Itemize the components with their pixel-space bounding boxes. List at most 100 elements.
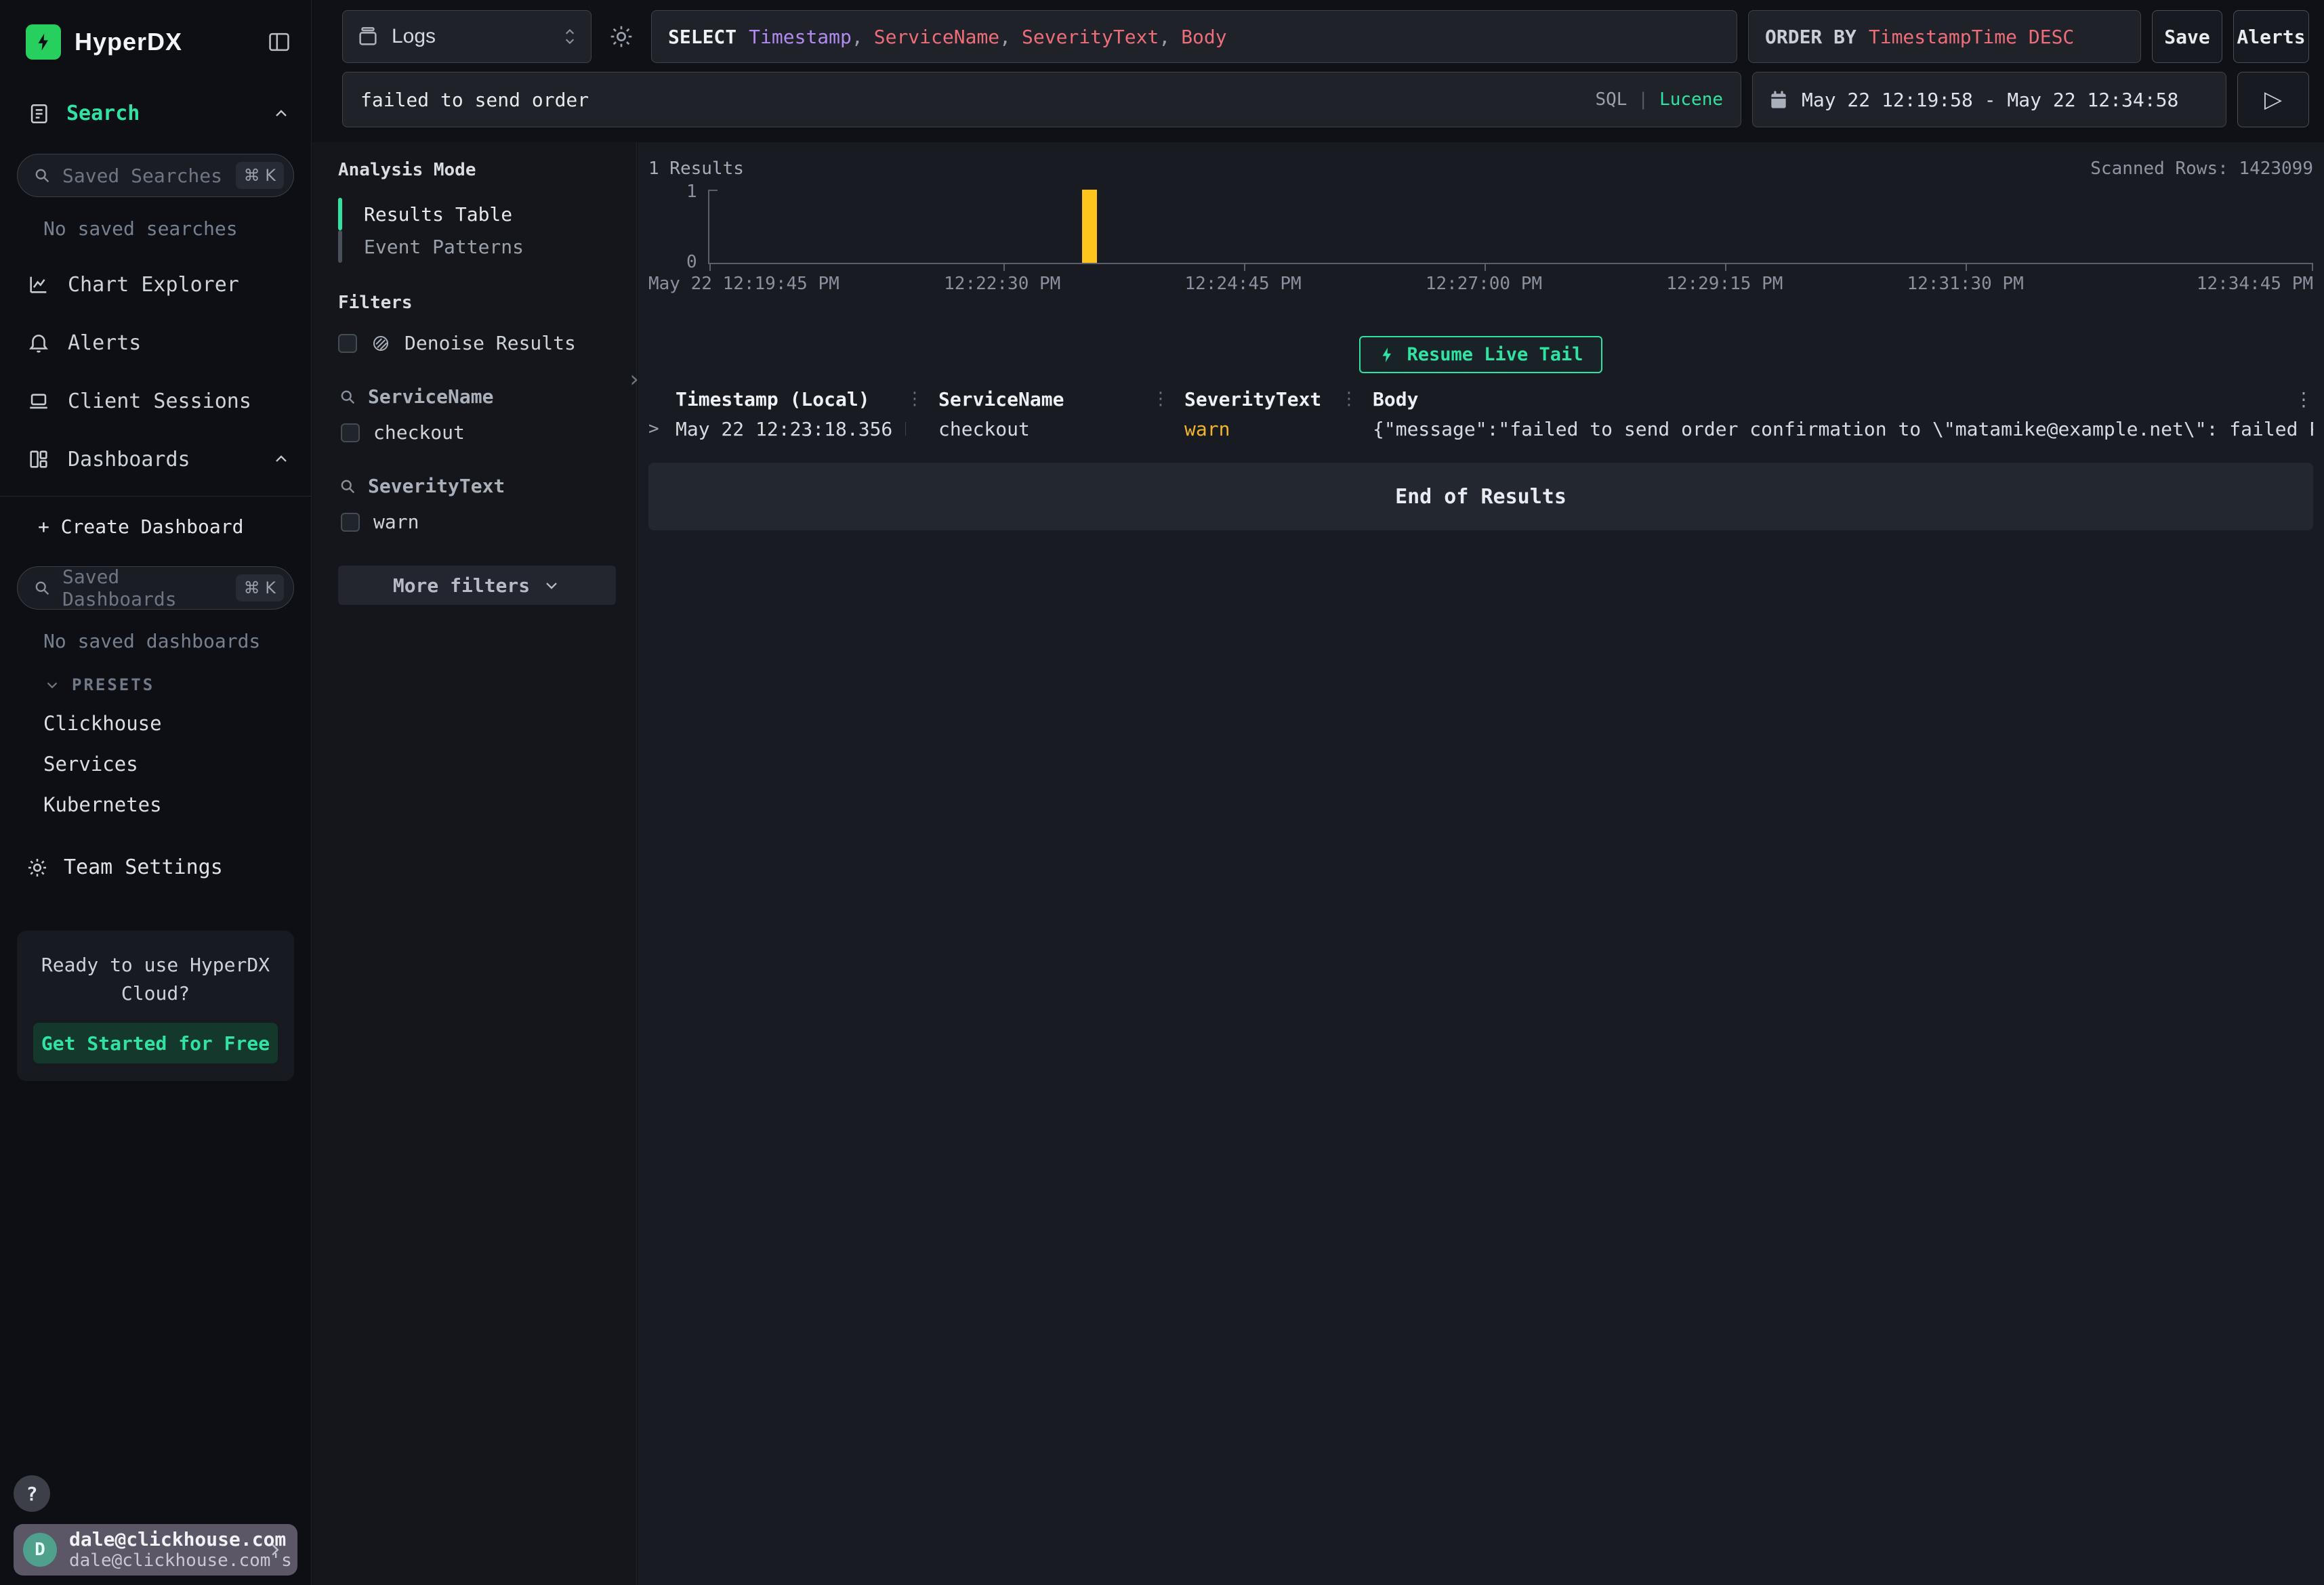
preset-item-services[interactable]: Services	[43, 753, 311, 776]
calendar-icon	[1768, 89, 1789, 110]
order-by-value: TimestampTime DESC	[1869, 26, 2074, 48]
run-query-button[interactable]: ▷	[2237, 72, 2309, 127]
mode-event-patterns[interactable]: Event Patterns	[338, 230, 616, 263]
results-area: 1 Results Scanned Rows: 1423099 1 0 May …	[638, 142, 2324, 1585]
histogram-bar[interactable]	[1082, 190, 1097, 263]
help-button[interactable]: ?	[14, 1475, 50, 1512]
order-by-keyword: ORDER BY	[1765, 26, 1856, 48]
sidebar-item-client-sessions[interactable]: Client Sessions	[27, 387, 291, 415]
query-field: SeverityText	[1022, 26, 1159, 48]
filter-checkbox[interactable]	[341, 423, 360, 442]
denoise-checkbox[interactable]	[338, 334, 357, 353]
topbar: Logs SELECT Timestamp, ServiceName, Seve…	[312, 0, 2324, 142]
search-query-value: failed to send order	[360, 89, 589, 111]
end-of-results-banner: End of Results	[648, 463, 2313, 530]
active-indicator	[338, 198, 342, 230]
query-field: Timestamp	[749, 26, 852, 48]
filter-option-warn[interactable]: warn	[341, 511, 616, 533]
expand-row-icon[interactable]: >	[648, 419, 676, 439]
time-range-picker[interactable]: May 22 12:19:58 - May 22 12:34:58	[1752, 72, 2226, 127]
database-icon	[356, 25, 379, 48]
preset-item-clickhouse[interactable]: Clickhouse	[43, 712, 311, 735]
time-range-value: May 22 12:19:58 - May 22 12:34:58	[1802, 89, 2178, 111]
bolt-icon	[1378, 346, 1396, 364]
lucene-toggle[interactable]: Lucene	[1659, 89, 1723, 110]
search-query-input[interactable]: failed to send order SQL | Lucene	[342, 72, 1741, 127]
query-field: Body	[1181, 26, 1226, 48]
column-header-severitytext[interactable]: SeverityText	[1184, 388, 1340, 410]
preset-item-kubernetes[interactable]: Kubernetes	[43, 793, 311, 816]
mode-results-table[interactable]: Results Table	[338, 198, 616, 230]
user-email: dale@clickhouse.com	[69, 1529, 253, 1550]
column-resize-handle[interactable]: ⋮	[906, 389, 924, 409]
column-header-servicename[interactable]: ServiceName	[938, 388, 1152, 410]
sidebar-item-label: Chart Explorer	[68, 273, 239, 297]
table-row[interactable]: > May 22 12:23:18.356 PM ⋮ checkout ⋮ wa…	[648, 414, 2313, 444]
filter-checkbox[interactable]	[341, 513, 360, 532]
source-select[interactable]: Logs	[342, 10, 592, 63]
table-options-menu-icon[interactable]: ⋮	[2294, 388, 2313, 410]
cell-severitytext: warn	[1184, 418, 1340, 440]
toggle-divider: |	[1638, 89, 1648, 110]
sidebar-item-chart-explorer[interactable]: Chart Explorer	[27, 271, 291, 298]
filter-option-checkout[interactable]: checkout	[341, 421, 616, 444]
search-icon	[33, 166, 51, 185]
x-axis-tick: 12:29:15 PM	[1666, 274, 1783, 294]
filter-group-header[interactable]: SeverityText	[338, 475, 616, 497]
saved-dashboards-input[interactable]: Saved Dashboards ⌘ K	[17, 566, 294, 610]
column-resize-handle[interactable]: ⋮	[1152, 389, 1169, 409]
chevron-up-icon	[272, 104, 291, 123]
filters-heading: Filters	[338, 293, 616, 313]
cloud-promo-card: Ready to use HyperDX Cloud? Get Started …	[17, 931, 294, 1081]
order-by-input[interactable]: ORDER BY TimestampTime DESC	[1748, 10, 2141, 63]
inactive-indicator	[338, 230, 342, 263]
filters-panel: Analysis Mode Results Table Event Patter…	[312, 142, 637, 1585]
user-menu[interactable]: D dale@clickhouse.com dale@clickhouse.co…	[14, 1524, 297, 1576]
presets-toggle[interactable]: PRESETS	[43, 675, 311, 694]
x-axis-tick: 12:34:45 PM	[2197, 274, 2313, 294]
search-icon	[338, 477, 357, 496]
denoise-results-option[interactable]: Denoise Results	[338, 332, 616, 354]
shortcut-badge: ⌘ K	[236, 162, 284, 189]
source-select-value: Logs	[392, 25, 436, 48]
cell-body: {"message":"failed to send order confirm…	[1373, 418, 2313, 440]
no-saved-searches-text: No saved searches	[43, 217, 311, 240]
sidebar-item-dashboards[interactable]: Dashboards	[27, 446, 291, 473]
column-resize-handle[interactable]: ⋮	[1340, 389, 1358, 409]
x-axis-tick: May 22 12:19:45 PM	[648, 274, 839, 294]
results-table: Timestamp (Local) ⋮ ServiceName ⋮ Severi…	[648, 384, 2313, 444]
source-settings-gear-icon[interactable]	[602, 18, 640, 56]
sidebar-item-label: Search	[66, 102, 140, 125]
saved-searches-placeholder: Saved Searches	[62, 165, 225, 187]
save-button[interactable]: Save	[2152, 10, 2222, 63]
column-header-timestamp[interactable]: Timestamp (Local)	[676, 388, 906, 410]
alerts-button[interactable]: Alerts	[2233, 10, 2309, 63]
sidebar-item-alerts[interactable]: Alerts	[27, 329, 291, 356]
no-saved-dashboards-text: No saved dashboards	[43, 630, 311, 652]
laptop-icon	[27, 389, 50, 413]
sidebar-item-search[interactable]: Search	[27, 102, 291, 125]
select-columns-input[interactable]: SELECT Timestamp, ServiceName, SeverityT…	[651, 10, 1737, 63]
search-icon	[338, 387, 357, 406]
column-header-body[interactable]: Body	[1373, 388, 2294, 410]
chevron-up-icon	[272, 450, 291, 469]
play-icon: ▷	[2264, 86, 2282, 113]
search-icon	[33, 578, 51, 597]
sidebar-collapse-icon[interactable]	[266, 29, 292, 55]
cell-timestamp: May 22 12:23:18.356 PM	[676, 418, 906, 440]
promo-text-line1: Ready to use HyperDX	[33, 951, 278, 979]
chart-line-icon	[27, 273, 50, 296]
cell-servicename: checkout	[938, 418, 1152, 440]
denoise-icon	[371, 333, 391, 354]
get-started-button[interactable]: Get Started for Free	[33, 1023, 278, 1063]
results-histogram: 1 0 May 22 12:19:45 PM 12:22:30 PM 12:24…	[648, 190, 2313, 301]
sidebar-item-team-settings[interactable]: Team Settings	[26, 855, 291, 879]
app-title: HyperDX	[75, 28, 182, 56]
user-subtitle: dale@clickhouse.com's	[69, 1550, 253, 1571]
sql-toggle[interactable]: SQL	[1595, 89, 1627, 110]
create-dashboard-button[interactable]: + Create Dashboard	[38, 515, 311, 538]
more-filters-button[interactable]: More filters	[338, 566, 616, 605]
saved-searches-input[interactable]: Saved Searches ⌘ K	[17, 154, 294, 197]
filter-group-header[interactable]: ServiceName	[338, 385, 616, 408]
resume-live-tail-button[interactable]: Resume Live Tail	[1359, 336, 1602, 373]
